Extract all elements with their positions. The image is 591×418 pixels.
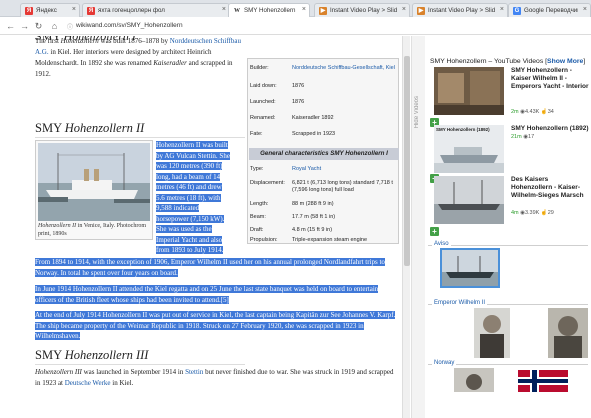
wikiwand-icon: W <box>234 8 240 14</box>
hide-videos-toggle[interactable]: Hide Videos <box>411 36 425 418</box>
show-more-link[interactable]: Show More <box>547 58 583 65</box>
translate-icon: G <box>513 7 521 15</box>
info-icon: ⓘ <box>67 25 74 31</box>
video-meta: 2m ◉4.43K ☝34 <box>511 109 554 115</box>
image-caption: Hohenzollern II in Venice, Italy. Photoc… <box>38 223 146 237</box>
video-sidebar: SMY Hohenzollern – YouTube Videos [Show … <box>426 36 591 418</box>
url-input[interactable]: ⓘ wikiwand.com/sv/SMY_Hohenzollern <box>66 20 406 32</box>
page-scrollbar[interactable] <box>402 36 410 418</box>
close-tab-icon[interactable]: × <box>302 6 306 13</box>
tab-smy-hohenzollern[interactable]: W SMY Hohenzollern - Wiki × <box>228 3 310 18</box>
video-meta: 21m ◉17 <box>511 134 535 140</box>
tab-label: Яндекс <box>36 7 57 14</box>
tab-label: Instant Video Play > Slid <box>428 7 495 14</box>
selected-text-column: Hohenzollern II was built by AG Vulcan S… <box>156 141 230 254</box>
section-divider <box>428 245 588 246</box>
selected-paragraph-norway-trips: From 1894 to 1914, with the exception of… <box>35 258 385 277</box>
image-thumbnail[interactable] <box>548 308 588 358</box>
tab-label: Google Переводчик <box>524 7 578 14</box>
deutsche-werke-link[interactable]: Deutsche Werke <box>65 379 111 387</box>
section-heading-hohenzollern-iii: SMY Hohenzollern III <box>35 348 245 365</box>
reload-icon[interactable]: ↻ <box>33 20 44 32</box>
video-thumbnail[interactable]: SMY Hohenzollern (1892) <box>434 125 504 173</box>
thumbnail-caption: SMY Hohenzollern (1892) <box>436 127 490 132</box>
hohenzollern-iii-paragraph: Hohenzollern III was launched in Septemb… <box>35 368 394 387</box>
close-tab-icon[interactable]: × <box>222 6 226 13</box>
selected-paragraph-kiel-regatta: In June 1914 Hohenzollern II attended th… <box>35 285 379 304</box>
home-icon[interactable]: ⌂ <box>49 20 60 32</box>
tab-instant-video-2[interactable]: ▶ Instant Video Play > Slid × <box>412 3 508 17</box>
ship-infobox: Builder: Norddeutsche Schiffbau-Gesellsch… <box>247 58 399 244</box>
builder-infobox-link[interactable]: Norddeutsche Schiffbau-Gesellschaft, Kie… <box>292 65 395 71</box>
forward-arrow-icon[interactable]: → <box>19 20 30 32</box>
scrollbar-thumb[interactable] <box>404 56 410 266</box>
image-thumbnail[interactable] <box>474 308 510 358</box>
selected-paragraph-out-of-service: At the end of July 1914 Hohenzollern II … <box>35 311 396 340</box>
section-label-emperor-wilhelm-ii[interactable]: Emperor Wilhelm II <box>432 300 488 306</box>
address-bar: ← → ↻ ⌂ ⓘ wikiwand.com/sv/SMY_Hohenzolle… <box>0 17 591 35</box>
extension-icon: ▶ <box>319 7 327 15</box>
infobox-section-header: General characteristics SMY Hohenzollern… <box>249 148 399 160</box>
close-tab-icon[interactable]: × <box>583 6 587 13</box>
section-label-aviso[interactable]: Aviso <box>432 241 451 247</box>
add-video-icon[interactable]: + <box>430 227 439 236</box>
royal-yacht-link[interactable]: Royal Yacht <box>292 166 321 172</box>
video-meta: 4m ◉3.39K ☝29 <box>511 210 554 216</box>
extension-icon: ▶ <box>417 7 425 15</box>
video-thumbnail[interactable] <box>434 176 504 224</box>
tab-label: Instant Video Play > Slid <box>330 7 397 14</box>
tab-google-translate[interactable]: G Google Переводчик × <box>508 3 591 17</box>
video-thumbnail[interactable] <box>434 67 504 115</box>
image-thumbnail[interactable] <box>454 368 494 392</box>
ship-photo[interactable] <box>38 143 150 221</box>
video-title[interactable]: SMY Hohenzollern (1892) <box>511 125 589 133</box>
section-heading-hohenzollern-ii: SMY Hohenzollern II <box>35 121 245 138</box>
yandex-icon: Я <box>25 7 33 15</box>
stettin-link[interactable]: Stettin <box>185 368 203 376</box>
close-tab-icon[interactable]: × <box>500 6 504 13</box>
video-title[interactable]: SMY Hohenzollern - Kaiser Wilhelm II - E… <box>511 67 589 91</box>
norway-flag-icon[interactable] <box>518 370 568 392</box>
browser-tab-bar: Я Яндекс × Я яхта гогенцоллерн фол × W S… <box>0 0 591 18</box>
yandex-icon: Я <box>87 7 95 15</box>
close-tab-icon[interactable]: × <box>72 6 76 13</box>
tab-instant-video-1[interactable]: ▶ Instant Video Play > Slid × <box>314 3 410 17</box>
intro-paragraph: The first Hohenzollern was built 1876–18… <box>35 37 241 78</box>
close-tab-icon[interactable]: × <box>402 6 406 13</box>
back-arrow-icon[interactable]: ← <box>5 20 16 32</box>
tab-yandex[interactable]: Я Яндекс × <box>20 3 80 17</box>
hide-videos-label: Hide Videos <box>414 96 420 129</box>
url-text: wikiwand.com/sv/SMY_Hohenzollern <box>76 22 183 29</box>
tab-label: SMY Hohenzollern - Wiki <box>244 7 297 14</box>
tab-label: яхта гогенцоллерн фол <box>98 7 165 14</box>
ship-image-figure[interactable]: Hohenzollern II in Venice, Italy. Photoc… <box>35 140 153 240</box>
video-title[interactable]: Des Kaisers Hohenzollern - Kaiser-Wilhel… <box>511 176 589 200</box>
tab-search-results[interactable]: Я яхта гогенцоллерн фол × <box>82 3 230 17</box>
sidebar-title: SMY Hohenzollern – YouTube Videos [Show … <box>430 58 586 65</box>
image-thumbnail[interactable] <box>440 248 500 288</box>
section-label-norway[interactable]: Norway <box>432 360 457 366</box>
